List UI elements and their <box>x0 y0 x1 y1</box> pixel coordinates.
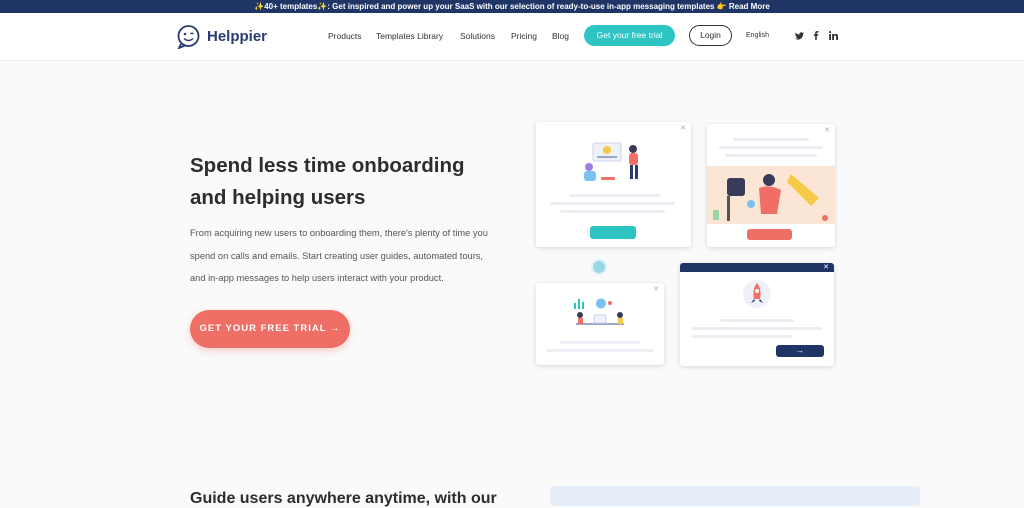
nav-item-blog[interactable]: Blog <box>552 31 569 41</box>
hero-description: From acquiring new users to onboarding t… <box>190 228 488 283</box>
announcement-text[interactable]: : Get inspired and power up your SaaS wi… <box>327 2 769 11</box>
carousel-dot[interactable] <box>593 261 605 273</box>
hero-headline: Spend less time onboarding and helping u… <box>190 154 465 209</box>
close-icon: ✕ <box>653 286 659 293</box>
free-trial-button[interactable]: Get your free trial <box>584 25 675 46</box>
close-icon: ✕ <box>824 127 830 134</box>
linkedin-icon[interactable] <box>829 31 838 40</box>
template-card-tooltip[interactable]: ✕ <box>536 283 664 365</box>
template-card-navy-modal[interactable]: ✕ → <box>680 263 834 366</box>
sparkle-icon: ✨ <box>317 2 328 11</box>
section-illustration-box <box>550 486 920 506</box>
navbar: Helppier Products Templates Library Solu… <box>0 13 1024 61</box>
close-icon: ✕ <box>823 264 829 271</box>
card-action-button <box>590 226 636 239</box>
twitter-icon[interactable] <box>795 32 804 40</box>
nav-item-products[interactable]: Products <box>328 31 362 41</box>
modal-header-bar <box>680 263 834 272</box>
logo-text: Helppier <box>207 28 268 45</box>
sparkle-icon: ✨ <box>254 2 265 11</box>
card-action-button <box>747 229 792 240</box>
nav-item-solutions[interactable]: Solutions <box>460 31 495 41</box>
logo[interactable]: Helppier <box>176 24 267 49</box>
announcement-bar[interactable]: ✨40+ templates✨: Get inspired and power … <box>0 0 1024 13</box>
section-headline: Guide users anywhere anytime, with our <box>190 490 497 507</box>
chat-smile-icon <box>177 25 200 49</box>
banner-illustration-bg <box>707 166 835 224</box>
get-free-trial-button[interactable]: GET YOUR FREE TRIAL → <box>190 310 350 348</box>
template-card-modal[interactable]: ✕ <box>536 122 691 247</box>
template-card-banner[interactable]: ✕ <box>707 124 835 247</box>
login-button[interactable]: Login <box>689 25 732 46</box>
meeting-illustration <box>574 298 624 325</box>
rocket-avatar-icon <box>743 280 771 308</box>
announcement-bold: 40+ templates <box>264 2 318 11</box>
team-illustration <box>713 174 828 221</box>
language-selector[interactable]: English <box>746 32 769 39</box>
close-icon: ✕ <box>680 125 686 132</box>
arrow-right-icon: → <box>776 345 824 357</box>
nav-item-templates-library[interactable]: Templates Library <box>376 31 443 41</box>
facebook-icon[interactable] <box>813 31 819 40</box>
onboarding-illustration <box>584 142 638 181</box>
nav-item-pricing[interactable]: Pricing <box>511 31 537 41</box>
